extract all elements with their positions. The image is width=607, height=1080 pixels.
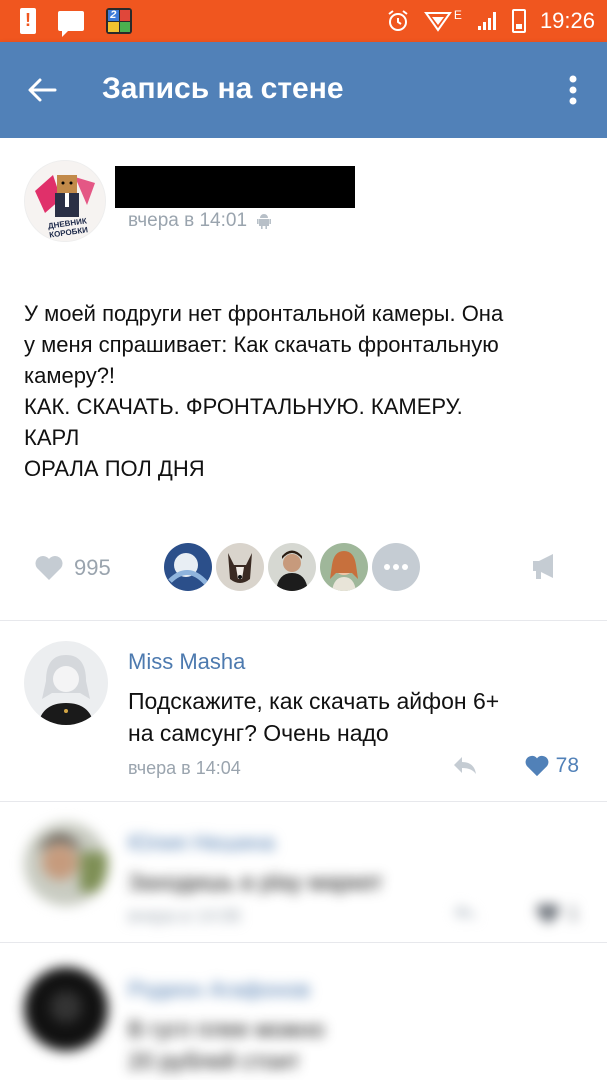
- battery-icon: [511, 9, 526, 33]
- comment-time: вчера в 14:06: [128, 906, 241, 926]
- comment-author[interactable]: Miss Masha: [128, 649, 245, 675]
- app-notification-icon: 2: [106, 8, 132, 34]
- like-button[interactable]: 995: [34, 548, 111, 588]
- comment-author[interactable]: Родион Агафонов: [128, 977, 310, 1003]
- reply-button[interactable]: [452, 755, 478, 780]
- comment-text: В гугл плее можно 20 рублей стоит: [128, 1016, 325, 1074]
- reply-icon: [454, 757, 476, 774]
- heart-icon: [35, 556, 63, 580]
- signal-icon: [477, 12, 496, 30]
- liker-avatar[interactable]: [164, 543, 212, 591]
- comment-avatar[interactable]: [24, 822, 108, 906]
- message-icon: [58, 11, 84, 37]
- author-avatar[interactable]: ДНЕВНИК КОРОБКИ: [24, 160, 106, 242]
- comment-item: Юлия Нешина Заходишь в play маркет вчера…: [0, 802, 607, 942]
- reply-button[interactable]: [452, 902, 478, 927]
- reply-icon: [454, 904, 476, 921]
- back-button[interactable]: [22, 70, 62, 110]
- post-text: У моей подруги нет фронтальной камеры. О…: [24, 301, 504, 481]
- like-count: 995: [74, 555, 111, 580]
- android-icon: [257, 214, 272, 229]
- alarm-icon: [388, 10, 408, 31]
- status-bar: 2 E 19:26: [0, 0, 607, 42]
- comment-item: Родион Агафонов В гугл плее можно 20 руб…: [0, 943, 607, 1080]
- wifi-hotspot-icon: [423, 12, 452, 32]
- more-likers-button[interactable]: [372, 543, 420, 591]
- notification-icons: 2: [20, 8, 132, 37]
- comment-item: Miss Masha Подскажите, как скачать айфон…: [0, 621, 607, 801]
- comment-like-button[interactable]: 78: [524, 754, 579, 778]
- share-button[interactable]: [531, 552, 561, 585]
- app-toolbar: Запись на стене: [0, 42, 607, 138]
- system-icons: E 19:26: [386, 0, 595, 42]
- more-vertical-icon: [569, 75, 577, 105]
- author-name-redacted: [115, 166, 355, 208]
- network-type-label: E: [453, 8, 462, 22]
- wall-post: ДНЕВНИК КОРОБКИ вчера в 14:01 У моей под…: [0, 138, 607, 620]
- arrow-left-icon: [28, 78, 57, 102]
- battery-warning-icon: [20, 8, 36, 34]
- liker-avatar[interactable]: [268, 543, 316, 591]
- clock: 19:26: [539, 8, 595, 33]
- comment-avatar[interactable]: [24, 967, 108, 1051]
- comment-author[interactable]: Юлия Нешина: [128, 830, 275, 856]
- post-meta: вчера в 14:01: [128, 210, 272, 232]
- comment-time: вчера в 14:04: [128, 758, 241, 778]
- post-time: вчера в 14:01: [128, 210, 248, 231]
- comment-like-count: 1: [567, 902, 579, 925]
- ellipsis-icon: [384, 564, 408, 570]
- heart-icon: [525, 755, 549, 777]
- page-title: Запись на стене: [102, 72, 344, 105]
- megaphone-icon: [533, 554, 553, 579]
- comment-text: Заходишь в play маркет: [128, 869, 383, 895]
- liker-avatar[interactable]: [320, 543, 368, 591]
- comment-text: Подскажите, как скачать айфон 6+ на самс…: [128, 688, 500, 746]
- comment-like-button[interactable]: 1: [535, 902, 579, 926]
- comment-avatar[interactable]: [24, 641, 108, 725]
- liker-avatar[interactable]: [216, 543, 264, 591]
- more-menu-button[interactable]: [561, 70, 585, 110]
- comment-like-count: 78: [555, 754, 579, 777]
- heart-icon: [536, 903, 560, 925]
- likers-list[interactable]: [164, 543, 420, 591]
